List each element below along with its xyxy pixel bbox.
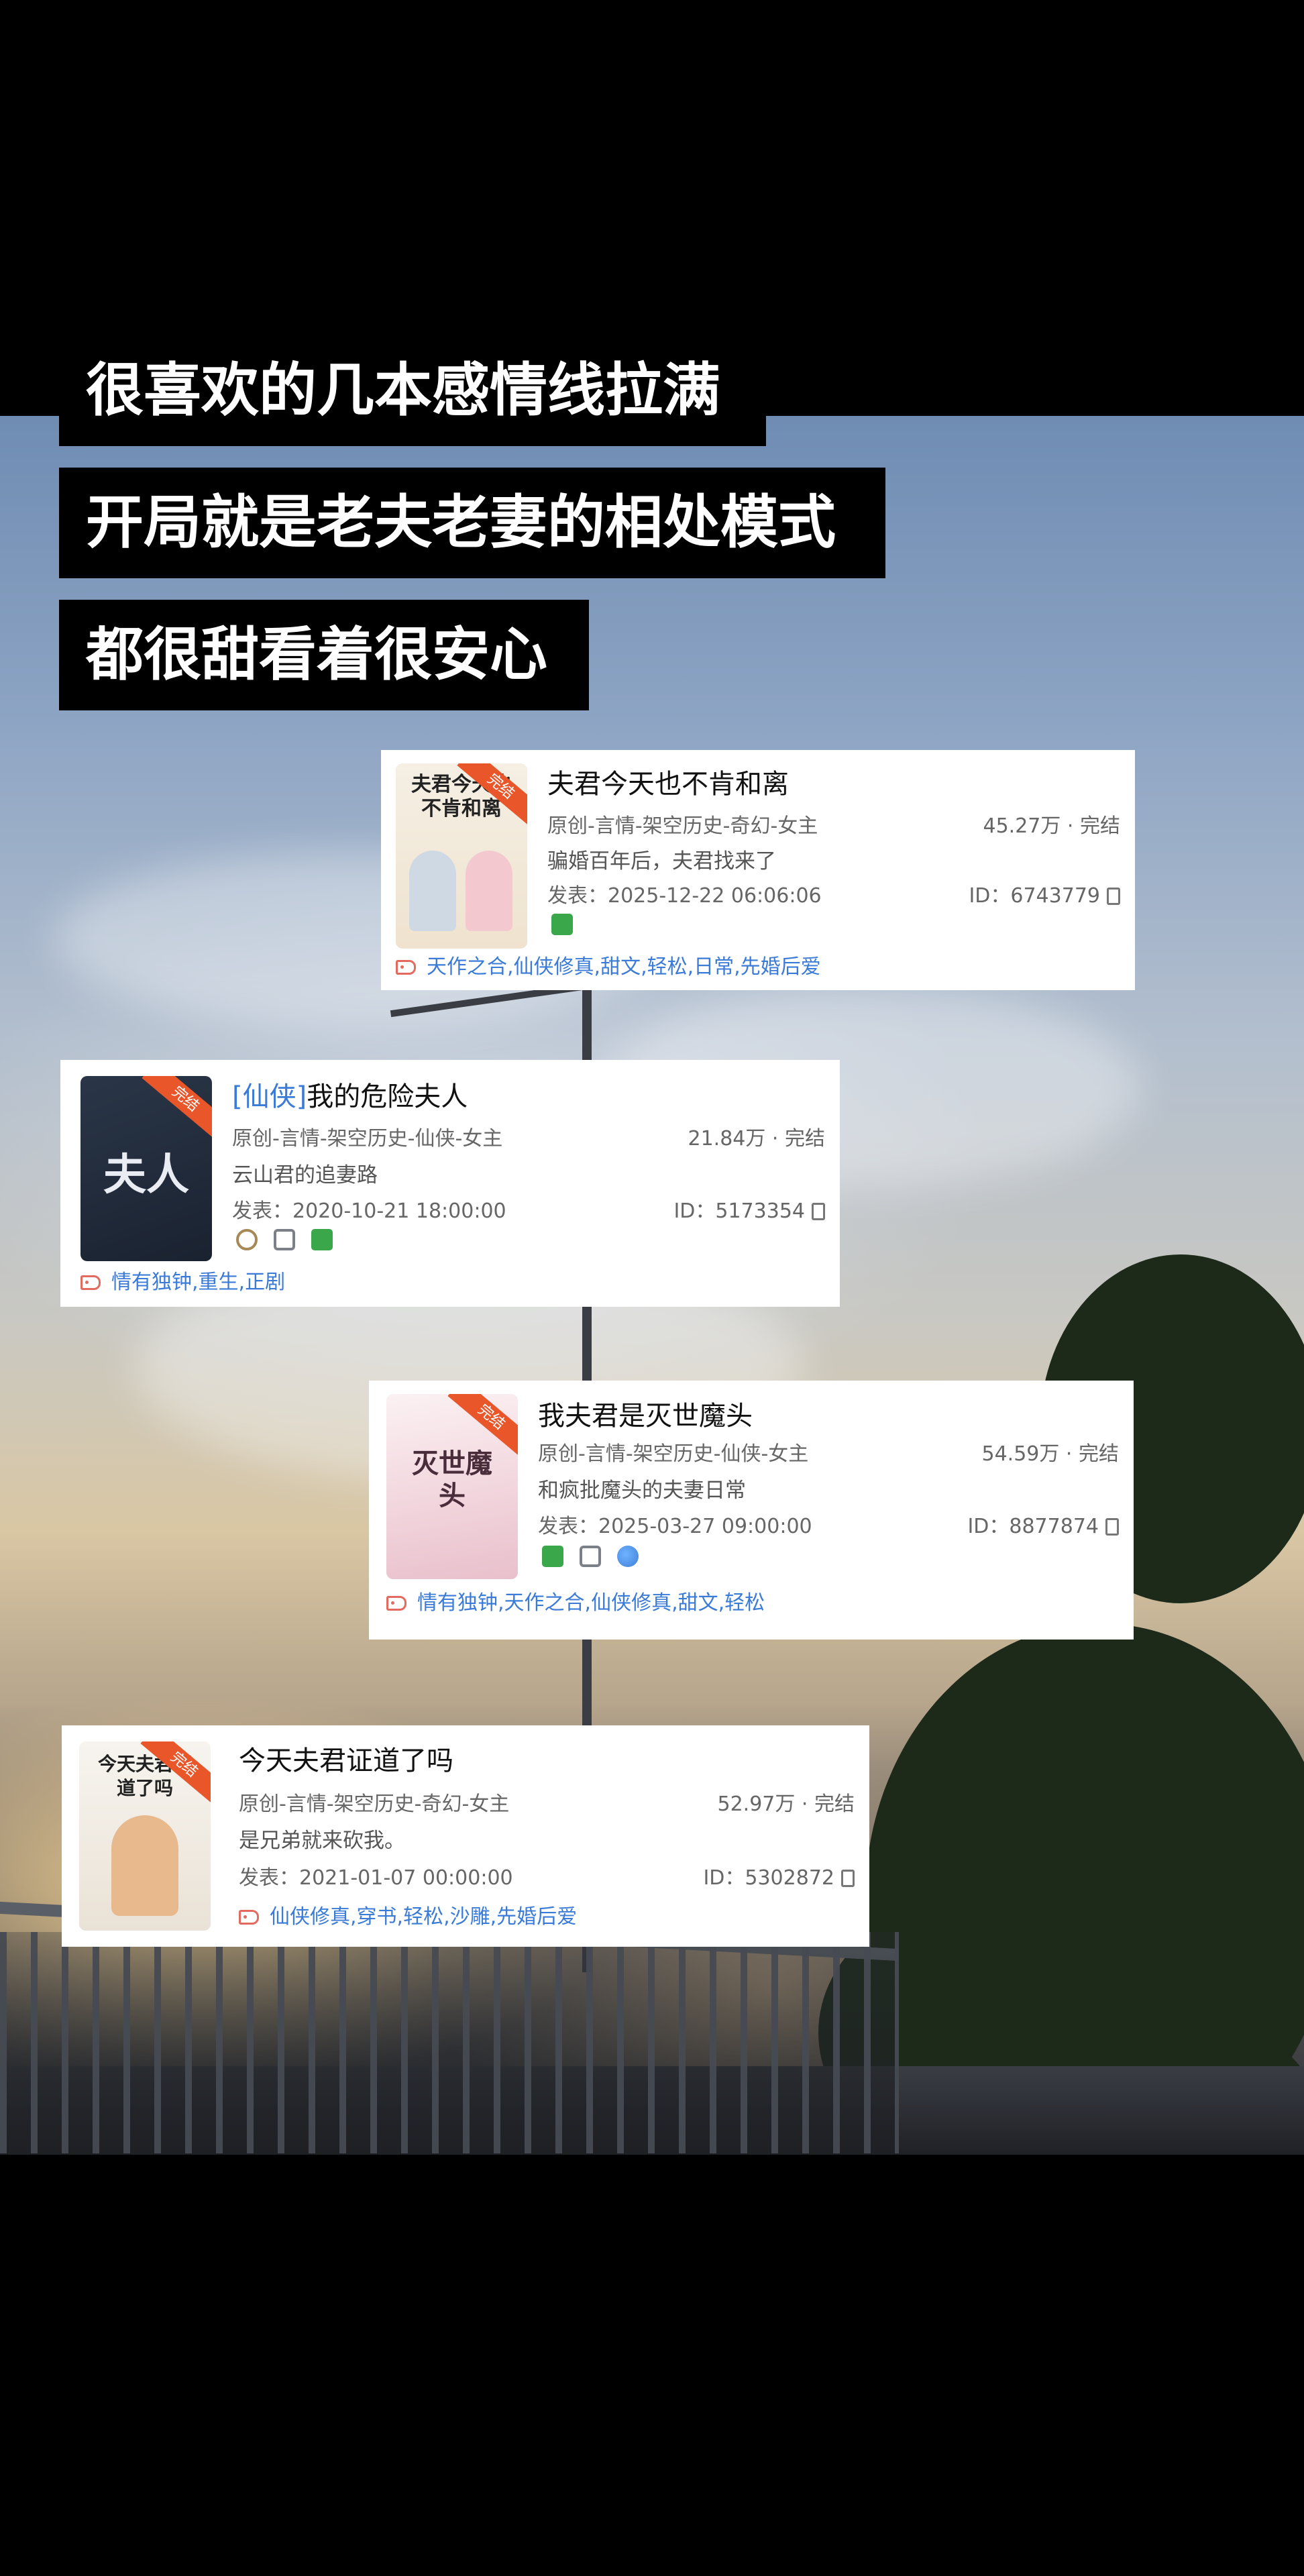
- title-text: 今天夫君证道了吗: [239, 1746, 453, 1776]
- tags-text: 情有独钟,天作之合,仙侠修真,甜文,轻松: [417, 1591, 765, 1615]
- cover-title: 夫人: [103, 1150, 189, 1200]
- tag-icon: [239, 1910, 259, 1925]
- book-card[interactable]: 夫人 完结 [仙侠]我的危险夫人 原创-言情-架空历史-仙侠-女主 21.84万…: [60, 1060, 840, 1307]
- book-title[interactable]: 我夫君是灭世魔头: [538, 1394, 753, 1433]
- book-stats: 45.27万 · 完结: [983, 814, 1121, 838]
- caption-line-3: 都很甜看着很安心: [59, 600, 589, 710]
- railing: [0, 1932, 899, 2153]
- audio-icon: [236, 1229, 258, 1250]
- book-icon: [542, 1546, 563, 1567]
- book-cover[interactable]: 今天夫君证道了吗 完结: [79, 1741, 211, 1931]
- book-cover[interactable]: 灭世魔头 完结: [386, 1394, 518, 1579]
- title-prefix: [仙侠]: [232, 1081, 307, 1112]
- book-card[interactable]: 夫君今天也不肯和离 完结 夫君今天也不肯和离 原创-言情-架空历史-奇幻-女主 …: [381, 750, 1135, 990]
- web-icon: [617, 1546, 639, 1567]
- book-card[interactable]: 灭世魔头 完结 我夫君是灭世魔头 原创-言情-架空历史-仙侠-女主 54.59万…: [369, 1381, 1134, 1640]
- publish-date: 发表：2025-03-27 09:00:00: [538, 1515, 812, 1538]
- copy-icon[interactable]: [1105, 1518, 1119, 1536]
- title-text: 我的危险夫人: [307, 1081, 468, 1112]
- cover-figure: [409, 851, 456, 931]
- book-id: ID：5302872: [703, 1861, 855, 1890]
- format-badges: [551, 914, 589, 938]
- book-category: 原创-言情-架空历史-仙侠-女主: [232, 1127, 503, 1150]
- book-blurb: 骗婚百年后，夫君找来了: [547, 849, 776, 873]
- book-icon: [551, 914, 573, 935]
- copy-icon[interactable]: [812, 1203, 825, 1220]
- tags-text: 仙侠修真,穿书,轻松,沙雕,先婚后爱: [270, 1905, 578, 1929]
- book-stats: 54.59万 · 完结: [981, 1442, 1120, 1466]
- book-tags[interactable]: 仙侠修真,穿书,轻松,沙雕,先婚后爱: [239, 1900, 577, 1929]
- book-stats: 52.97万 · 完结: [717, 1792, 855, 1816]
- book-id-text: ID：5302872: [703, 1866, 834, 1890]
- book-stats: 21.84万 · 完结: [688, 1127, 826, 1150]
- book-cover[interactable]: 夫君今天也不肯和离 完结: [396, 763, 527, 949]
- book-id-text: ID：5173354: [673, 1199, 805, 1223]
- book-card[interactable]: 今天夫君证道了吗 完结 今天夫君证道了吗 原创-言情-架空历史-奇幻-女主 52…: [62, 1725, 869, 1947]
- tv-icon: [274, 1229, 295, 1250]
- book-id: ID：8877874: [967, 1509, 1119, 1539]
- book-cover[interactable]: 夫人 完结: [80, 1076, 212, 1261]
- book-category: 原创-言情-架空历史-奇幻-女主: [547, 814, 818, 838]
- cover-figure: [111, 1815, 178, 1916]
- book-blurb: 和疯批魔头的夫妻日常: [538, 1479, 746, 1503]
- book-category: 原创-言情-架空历史-仙侠-女主: [538, 1442, 809, 1466]
- title-text: 夫君今天也不肯和离: [547, 769, 789, 800]
- publish-date: 发表：2025-12-22 06:06:06: [547, 884, 822, 908]
- title-text: 我夫君是灭世魔头: [538, 1401, 753, 1432]
- tags-text: 情有独钟,重生,正剧: [111, 1271, 286, 1294]
- format-badges: [542, 1546, 655, 1570]
- publish-date: 发表：2021-01-07 00:00:00: [239, 1866, 513, 1890]
- book-title[interactable]: [仙侠]我的危险夫人: [232, 1075, 468, 1114]
- book-tags[interactable]: 情有独钟,天作之合,仙侠修真,甜文,轻松: [386, 1586, 765, 1615]
- book-blurb: 是兄弟就来砍我。: [239, 1829, 405, 1853]
- tag-icon: [80, 1275, 101, 1290]
- publish-date: 发表：2020-10-21 18:00:00: [232, 1199, 506, 1223]
- caption-line-2: 开局就是老夫老妻的相处模式: [59, 468, 885, 578]
- book-icon: [311, 1229, 333, 1250]
- book-blurb: 云山君的追妻路: [232, 1163, 378, 1187]
- tag-icon: [386, 1596, 406, 1611]
- tag-icon: [396, 960, 416, 975]
- book-id: ID：6743779: [969, 879, 1120, 908]
- book-id-text: ID：6743779: [969, 884, 1100, 908]
- book-title[interactable]: 夫君今天也不肯和离: [547, 762, 789, 801]
- cover-title: 灭世魔头: [412, 1448, 492, 1511]
- book-id: ID：5173354: [673, 1194, 825, 1224]
- tags-text: 天作之合,仙侠修真,甜文,轻松,日常,先婚后爱: [427, 955, 821, 979]
- book-category: 原创-言情-架空历史-奇幻-女主: [239, 1792, 510, 1816]
- copy-icon[interactable]: [1107, 888, 1120, 905]
- copy-icon[interactable]: [841, 1870, 855, 1887]
- complete-ribbon: 完结: [142, 1076, 212, 1139]
- book-id-text: ID：8877874: [967, 1515, 1099, 1538]
- book-tags[interactable]: 情有独钟,重生,正剧: [80, 1265, 285, 1295]
- format-badges: [236, 1229, 349, 1253]
- caption-line-1: 很喜欢的几本感情线拉满: [59, 335, 766, 446]
- tv-icon: [580, 1546, 601, 1567]
- cover-figure: [466, 851, 512, 931]
- book-tags[interactable]: 天作之合,仙侠修真,甜文,轻松,日常,先婚后爱: [396, 950, 821, 979]
- book-title[interactable]: 今天夫君证道了吗: [239, 1739, 453, 1778]
